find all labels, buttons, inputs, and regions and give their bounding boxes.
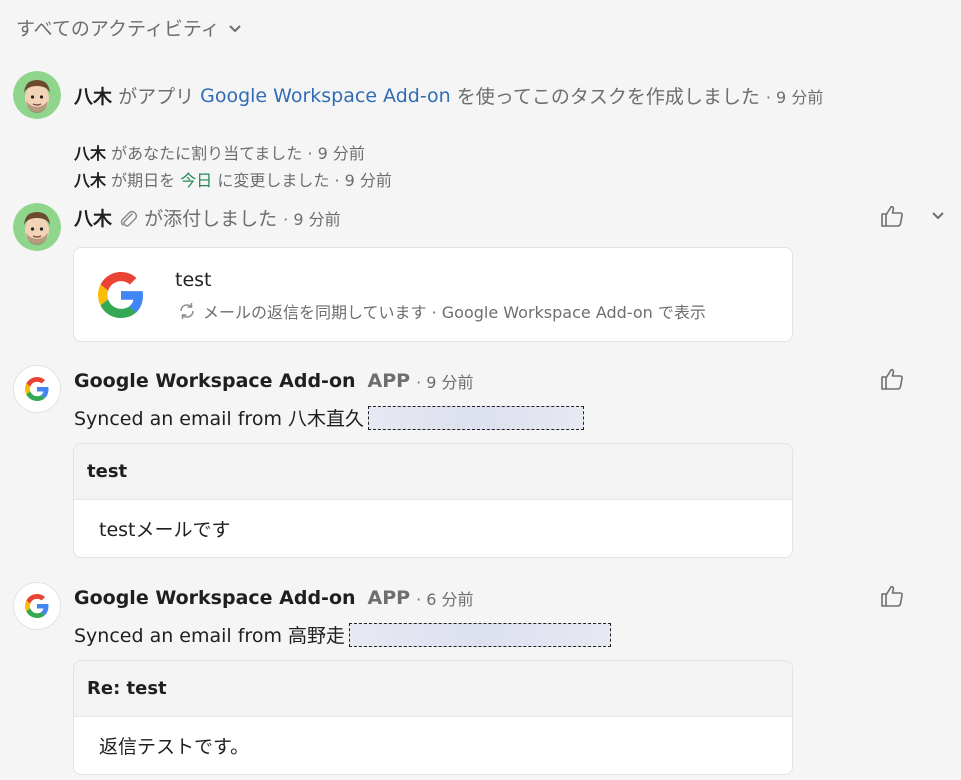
app-comment-header: Google Workspace Add-on APP · 6 分前	[74, 586, 474, 610]
timestamp: · 9 分前	[416, 373, 474, 392]
app-name[interactable]: Google Workspace Add-on	[74, 587, 356, 609]
user-name[interactable]: 八木	[74, 167, 106, 191]
attachment-subtitle-text[interactable]: メールの返信を同期しています · Google Workspace Add-on…	[203, 299, 706, 323]
attachment-title: test	[175, 269, 212, 291]
timestamp: · 6 分前	[416, 590, 474, 609]
synced-email-label: Synced an email from 高野走	[74, 625, 346, 647]
google-logo-icon	[25, 594, 49, 618]
user-name[interactable]: 八木	[74, 140, 106, 164]
attachment-card[interactable]: test メールの返信を同期しています · Google Workspace A…	[73, 247, 793, 342]
user-name[interactable]: 八木	[74, 204, 112, 231]
app-badge: APP	[367, 587, 411, 609]
attachment-subtitle: メールの返信を同期しています · Google Workspace Add-on…	[177, 299, 706, 323]
app-name[interactable]: Google Workspace Add-on	[74, 370, 356, 392]
activity-attachment: 八木 が添付しました · 9 分前	[74, 204, 341, 231]
user-name[interactable]: 八木	[74, 82, 112, 109]
activity-filter-label: すべてのアクティビティ	[16, 18, 220, 40]
activity-assigned: 八木 があなたに割り当てました · 9 分前	[74, 140, 365, 164]
timestamp: · 9 分前	[765, 87, 824, 107]
redacted-email-address	[349, 622, 612, 647]
activity-text: が添付しました	[144, 208, 278, 230]
synced-email-label: Synced an email from 八木直久	[74, 408, 365, 430]
google-logo-icon	[98, 272, 144, 318]
activity-text: があなたに割り当てました	[111, 144, 303, 163]
email-body: 返信テストです。	[99, 735, 250, 758]
activity-text: がアプリ	[118, 86, 195, 108]
activity-task-created: 八木 がアプリ Google Workspace Add-on を使ってこのタス…	[74, 82, 823, 109]
email-card[interactable]: test testメールです	[73, 443, 793, 558]
like-icon[interactable]	[879, 583, 905, 609]
due-date-value: 今日	[180, 171, 213, 190]
app-comment-header: Google Workspace Add-on APP · 9 分前	[74, 369, 474, 393]
timestamp: · 9 分前	[283, 209, 341, 229]
activity-filter-dropdown[interactable]: すべてのアクティビティ	[16, 14, 242, 41]
email-card[interactable]: Re: test 返信テストです。	[73, 660, 793, 775]
chevron-down-icon	[228, 24, 241, 32]
timestamp: · 9 分前	[307, 144, 365, 163]
paperclip-icon	[120, 210, 138, 227]
app-avatar	[13, 582, 61, 630]
sync-icon	[180, 303, 194, 319]
user-avatar[interactable]	[13, 71, 61, 119]
google-logo-icon	[25, 377, 49, 401]
activity-due-date-changed: 八木 が期日を 今日 に変更しました · 9 分前	[74, 167, 392, 191]
activity-text: が期日を	[111, 171, 176, 190]
activity-text: に変更しました	[217, 171, 330, 190]
user-avatar[interactable]	[13, 203, 61, 251]
email-subject: test	[74, 444, 792, 500]
redacted-email-address	[368, 405, 585, 430]
chevron-down-icon[interactable]	[931, 209, 945, 223]
timestamp: · 9 分前	[334, 171, 392, 190]
email-body: testメールです	[99, 518, 231, 541]
activity-text: を使ってこのタスクを作成しました	[456, 86, 760, 108]
email-subject: Re: test	[74, 661, 792, 717]
like-icon[interactable]	[879, 366, 905, 392]
synced-email-text: Synced an email from 八木直久	[74, 404, 585, 431]
like-icon[interactable]	[879, 203, 905, 229]
synced-email-text: Synced an email from 高野走	[74, 621, 612, 648]
app-badge: APP	[367, 370, 411, 392]
app-avatar	[13, 365, 61, 413]
app-link[interactable]: Google Workspace Add-on	[200, 85, 451, 107]
